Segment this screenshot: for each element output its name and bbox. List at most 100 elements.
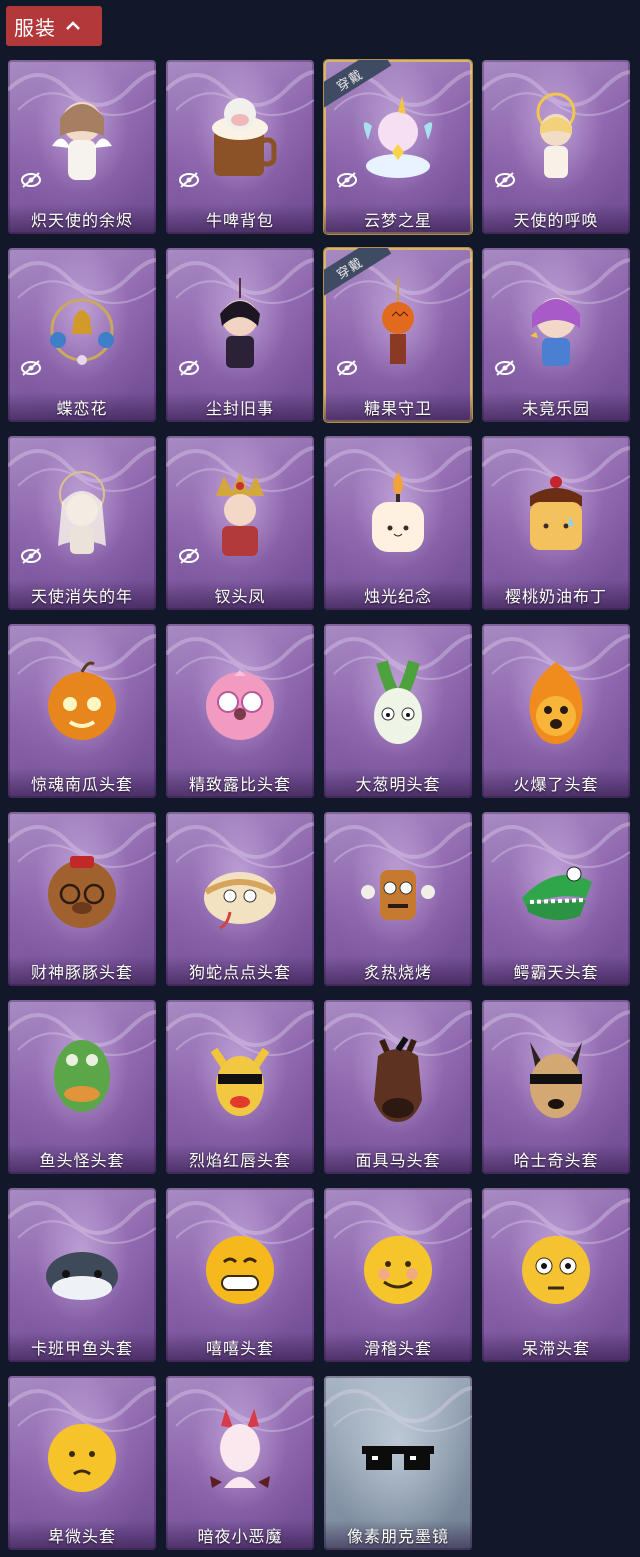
costume-grid: 炽天使的余烬 牛啤背包 穿戴 云梦之星 天使的呼唤蝶恋花 尘封旧事 穿戴 糖果守卫 未竟乐园天使… [0, 0, 640, 1557]
pink-beaver-image [200, 654, 280, 752]
costume-card[interactable]: 像素朋克墨镜 [324, 1376, 472, 1550]
costume-name: 炙热烧烤 [324, 956, 472, 986]
costume-name: 天使的呼唤 [482, 204, 630, 234]
costume-name: 鱼头怪头套 [8, 1144, 156, 1174]
costume-card[interactable]: 滑稽头套 [324, 1188, 472, 1362]
costume-card[interactable]: 未竟乐园 [482, 248, 630, 422]
costume-card[interactable]: 穿戴 糖果守卫 [324, 248, 472, 422]
eye-slash-icon[interactable] [178, 548, 200, 564]
costume-name: 大葱明头套 [324, 768, 472, 798]
costume-name: 嘻嘻头套 [166, 1332, 314, 1362]
costume-name: 鳄霸天头套 [482, 956, 630, 986]
eye-slash-icon[interactable] [494, 360, 516, 376]
costume-name: 烈焰红唇头套 [166, 1144, 314, 1174]
costume-name: 哈士奇头套 [482, 1144, 630, 1174]
eye-slash-icon[interactable] [336, 360, 358, 376]
costume-card[interactable]: 烈焰红唇头套 [166, 1000, 314, 1174]
costume-card[interactable]: 樱桃奶油布丁 [482, 436, 630, 610]
candle-image [358, 466, 438, 564]
costume-name: 未竟乐园 [482, 392, 630, 422]
eye-slash-icon[interactable] [20, 548, 42, 564]
eye-slash-icon[interactable] [20, 172, 42, 188]
costume-name: 云梦之星 [324, 204, 472, 234]
eye-slash-icon[interactable] [178, 360, 200, 376]
scallion-image [358, 654, 438, 752]
costume-card[interactable]: 天使消失的年 [8, 436, 156, 610]
bell-wreath-image [42, 278, 122, 376]
pumpkin-image [42, 654, 122, 752]
eye-slash-icon[interactable] [336, 172, 358, 188]
costume-name: 钗头凤 [166, 580, 314, 610]
costume-card[interactable]: 尘封旧事 [166, 248, 314, 422]
eye-slash-icon[interactable] [20, 360, 42, 376]
costume-name: 尘封旧事 [166, 392, 314, 422]
costume-card[interactable]: 穿戴 云梦之星 [324, 60, 472, 234]
costume-card[interactable]: 炽天使的余烬 [8, 60, 156, 234]
pudding-image [516, 466, 596, 564]
crown-girl-image [200, 466, 280, 564]
pixel-sunglasses-image [358, 1406, 438, 1504]
purple-girl-image [516, 278, 596, 376]
meat-bone-image [358, 842, 438, 940]
costume-card[interactable]: 卑微头套 [8, 1376, 156, 1550]
costume-name: 烛光纪念 [324, 580, 472, 610]
unicorn-image [358, 90, 438, 188]
costume-name: 卡班甲鱼头套 [8, 1332, 156, 1362]
costume-card[interactable]: 天使的呼唤 [482, 60, 630, 234]
costume-name: 蝶恋花 [8, 392, 156, 422]
costume-card[interactable]: 鱼头怪头套 [8, 1000, 156, 1174]
costume-card[interactable]: 鳄霸天头套 [482, 812, 630, 986]
costume-name: 糖果守卫 [324, 392, 472, 422]
costume-name: 暗夜小恶魔 [166, 1520, 314, 1550]
costume-name: 面具马头套 [324, 1144, 472, 1174]
costume-card[interactable]: 财神豚豚头套 [8, 812, 156, 986]
costume-card[interactable]: 惊魂南瓜头套 [8, 624, 156, 798]
costume-name: 樱桃奶油布丁 [482, 580, 630, 610]
costume-card[interactable]: 牛啤背包 [166, 60, 314, 234]
costume-name: 炽天使的余烬 [8, 204, 156, 234]
costume-name: 卑微头套 [8, 1520, 156, 1550]
costume-card[interactable]: 面具马头套 [324, 1000, 472, 1174]
crocodile-image [516, 842, 596, 940]
eye-slash-icon[interactable] [494, 172, 516, 188]
little-devil-image [200, 1406, 280, 1504]
costume-card[interactable]: 烛光纪念 [324, 436, 472, 610]
costume-name: 惊魂南瓜头套 [8, 768, 156, 798]
costume-card[interactable]: 炙热烧烤 [324, 812, 472, 986]
costume-card[interactable]: 狗蛇点点头套 [166, 812, 314, 986]
costume-name: 呆滞头套 [482, 1332, 630, 1362]
costume-name: 狗蛇点点头套 [166, 956, 314, 986]
pumpkin-charm-image [358, 278, 438, 376]
costume-name: 像素朋克墨镜 [324, 1520, 472, 1550]
whale-image [42, 1218, 122, 1316]
costume-card[interactable]: 精致露比头套 [166, 624, 314, 798]
costume-name: 滑稽头套 [324, 1332, 472, 1362]
costume-name: 火爆了头套 [482, 768, 630, 798]
grin-emoji-image [200, 1218, 280, 1316]
costume-card[interactable]: 火爆了头套 [482, 624, 630, 798]
costume-card[interactable]: 卡班甲鱼头套 [8, 1188, 156, 1362]
fireball-image [516, 654, 596, 752]
costume-card[interactable]: 蝶恋花 [8, 248, 156, 422]
veiled-girl-image [42, 466, 122, 564]
fish-head-image [42, 1030, 122, 1128]
humble-emoji-image [42, 1406, 122, 1504]
costume-card[interactable]: 暗夜小恶魔 [166, 1376, 314, 1550]
angel-doll-image [42, 90, 122, 188]
smirk-emoji-image [358, 1218, 438, 1316]
costume-name: 天使消失的年 [8, 580, 156, 610]
costume-card[interactable]: 嘻嘻头套 [166, 1188, 314, 1362]
capybara-image [42, 842, 122, 940]
costume-card[interactable]: 大葱明头套 [324, 624, 472, 798]
stare-emoji-image [516, 1218, 596, 1316]
costume-card[interactable]: 哈士奇头套 [482, 1000, 630, 1174]
dog-snake-image [200, 842, 280, 940]
horse-image [358, 1030, 438, 1128]
yellow-lips-image [200, 1030, 280, 1128]
costume-card[interactable]: 呆滞头套 [482, 1188, 630, 1362]
costume-name: 牛啤背包 [166, 204, 314, 234]
costume-card[interactable]: 钗头凤 [166, 436, 314, 610]
eye-slash-icon[interactable] [178, 172, 200, 188]
costume-name: 财神豚豚头套 [8, 956, 156, 986]
costume-name: 精致露比头套 [166, 768, 314, 798]
